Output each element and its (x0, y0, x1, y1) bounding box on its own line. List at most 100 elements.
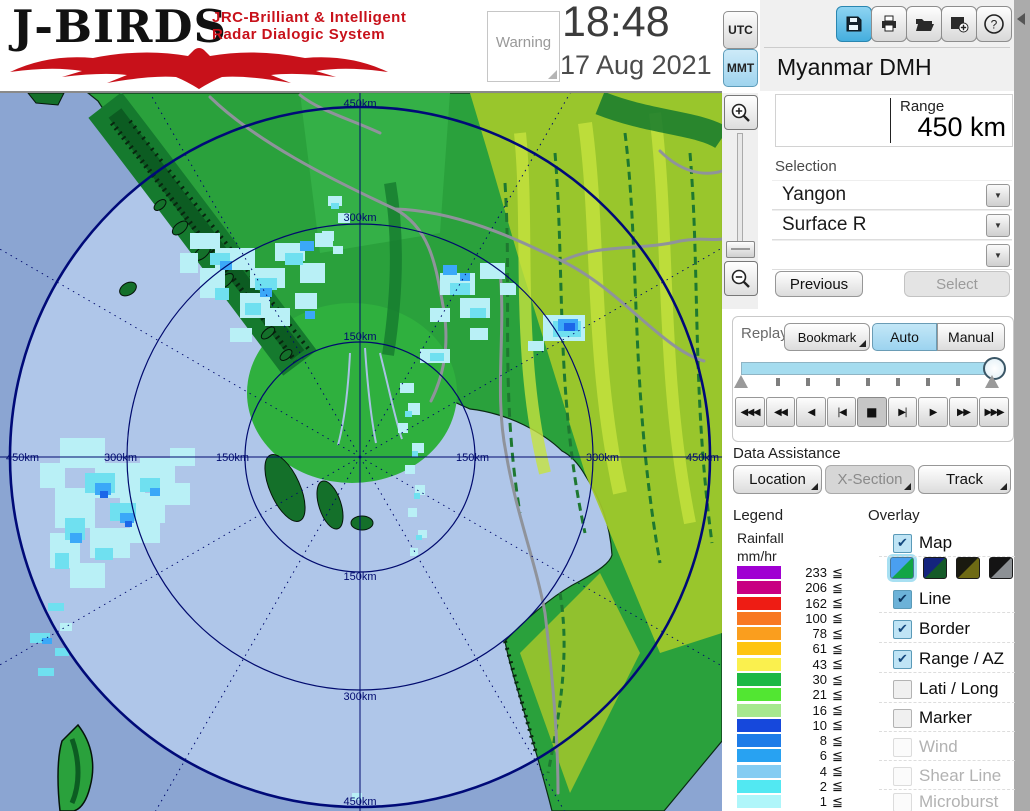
overlay-item-range-az[interactable]: ✔Range / AZ (893, 649, 1004, 669)
replay-group: Replay Bookmark Auto Manual ◀◀◀◀◀◀|◀■▶|▶… (732, 316, 1014, 442)
overlay-item-shear-line[interactable]: Shear Line (893, 766, 1001, 786)
range-ring-label: 300km (343, 691, 376, 703)
resize-corner-icon[interactable] (548, 70, 557, 79)
location-button[interactable]: Location (733, 465, 822, 494)
legend-row: 1≦ (737, 795, 865, 808)
overlay-item-marker[interactable]: Marker (893, 708, 972, 728)
legend-lte-symbol: ≦ (832, 702, 843, 718)
legend-rows: 233≦206≦162≦100≦78≦61≦43≦30≦21≦16≦10≦8≦6… (737, 566, 865, 811)
zoom-out-button[interactable] (724, 261, 758, 296)
overlay-item-label: Lati / Long (919, 679, 998, 699)
track-button[interactable]: Track (918, 465, 1011, 494)
map-style-row (890, 557, 1022, 579)
slider-tick (956, 378, 960, 386)
legend-lte-symbol: ≦ (832, 641, 843, 657)
open-file-button[interactable] (906, 6, 942, 42)
zoom-in-icon (730, 102, 752, 124)
warning-panel[interactable]: Warning (487, 11, 560, 82)
overlay-item-microburst[interactable]: Microburst (893, 792, 998, 811)
legend-color-swatch (737, 688, 781, 701)
jump-end-button[interactable]: ▶▶▶ (979, 397, 1009, 427)
checkbox-marker[interactable] (893, 709, 912, 728)
save-button[interactable] (836, 6, 872, 42)
zoom-in-button[interactable] (724, 95, 758, 130)
utc-button[interactable]: UTC (723, 11, 758, 49)
map-style-swatch-2[interactable] (923, 557, 947, 579)
jbirds-app: J-BIRDS JRC-Brilliant & Intelligent Rada… (0, 0, 1030, 811)
print-button[interactable] (871, 6, 907, 42)
zoom-slider-track[interactable] (737, 133, 743, 253)
legend-value: 30 (781, 672, 827, 687)
collapse-arrow-icon[interactable] (1017, 13, 1025, 25)
mmt-button[interactable]: MMT (723, 49, 758, 87)
checkbox-range-az[interactable]: ✔ (893, 650, 912, 669)
data-assistance-label: Data Assistance (733, 445, 841, 462)
legend-lte-symbol: ≦ (832, 672, 843, 688)
overlay-item-label: Wind (919, 737, 958, 757)
site-select-value: Yangon (782, 184, 846, 206)
auto-button[interactable]: Auto (872, 323, 937, 351)
chevron-down-icon[interactable]: ▼ (986, 184, 1010, 207)
play-reverse-button[interactable]: ◀ (796, 397, 826, 427)
overlay-item-lati-long[interactable]: Lati / Long (893, 679, 998, 699)
overlay-item-line[interactable]: ✔Line (893, 589, 951, 609)
fast-forward-button[interactable]: ▶▶ (949, 397, 979, 427)
radar-map[interactable]: 450km300km150km150km300km450km450km300km… (0, 93, 722, 811)
play-button[interactable]: ▶ (918, 397, 948, 427)
checkbox-lati-long[interactable] (893, 680, 912, 699)
xsection-button[interactable]: X-Section (825, 465, 915, 494)
slider-tick (866, 378, 870, 386)
help-button[interactable]: ? (976, 6, 1012, 42)
product-select[interactable]: Surface R ▼ (772, 210, 1012, 240)
bookmark-button[interactable]: Bookmark (784, 323, 870, 351)
legend-lte-symbol: ≦ (832, 626, 843, 642)
stop-button[interactable]: ■ (857, 397, 887, 427)
legend-color-swatch (737, 597, 781, 610)
step-back-button[interactable]: |◀ (827, 397, 857, 427)
overlay-item-border[interactable]: ✔ Border (893, 619, 970, 639)
zoom-slider-handle[interactable] (726, 241, 755, 258)
legend-value: 162 (781, 596, 827, 611)
add-image-button[interactable] (941, 6, 977, 42)
range-ring-label: 450km (6, 452, 39, 464)
jump-start-button[interactable]: ◀◀◀ (735, 397, 765, 427)
checkbox-map[interactable]: ✔ (893, 534, 912, 553)
clock-time: 18:48 (562, 0, 670, 47)
legend-row: 6≦ (737, 749, 865, 762)
overlay-item-wind[interactable]: Wind (893, 737, 958, 757)
overlay-item-map[interactable]: ✔Map (893, 533, 952, 553)
previous-button[interactable]: Previous (775, 271, 863, 297)
replay-slider-track[interactable] (741, 362, 1001, 375)
selection-label: Selection (775, 158, 837, 175)
overlay-separator (879, 642, 1015, 643)
header-bar: J-BIRDS JRC-Brilliant & Intelligent Rada… (0, 0, 760, 93)
chevron-down-icon[interactable]: ▼ (986, 244, 1010, 267)
legend-lte-symbol: ≦ (832, 763, 843, 779)
overlay-item-label: Border (919, 619, 970, 639)
legend-color-swatch (737, 566, 781, 579)
legend-lte-symbol: ≦ (832, 687, 843, 703)
manual-button[interactable]: Manual (937, 323, 1005, 351)
legend-unit: mm/hr (737, 548, 777, 564)
clock-date: 17 Aug 2021 (560, 50, 712, 81)
range-ring-label: 150km (216, 452, 249, 464)
legend-color-swatch (737, 734, 781, 747)
legend-row: 100≦ (737, 612, 865, 625)
map-style-swatch-1[interactable] (890, 557, 914, 579)
checkbox-line[interactable]: ✔ (893, 590, 912, 609)
option-select[interactable]: ▼ (772, 240, 1012, 270)
legend-color-swatch (737, 627, 781, 640)
chevron-down-icon[interactable]: ▼ (986, 214, 1010, 237)
checkbox-microburst (893, 793, 912, 811)
panel-collapse-strip[interactable] (1014, 0, 1030, 811)
step-forward-button[interactable]: ▶| (888, 397, 918, 427)
legend-row: 2≦ (737, 780, 865, 793)
select-button[interactable]: Select (904, 271, 1010, 297)
legend-lte-symbol: ≦ (832, 794, 843, 810)
map-style-swatch-4[interactable] (989, 557, 1013, 579)
map-style-swatch-3[interactable] (956, 557, 980, 579)
fast-rewind-button[interactable]: ◀◀ (766, 397, 796, 427)
slider-start-marker (734, 375, 748, 388)
site-select[interactable]: Yangon ▼ (772, 180, 1012, 210)
checkbox-border[interactable]: ✔ (893, 620, 912, 639)
